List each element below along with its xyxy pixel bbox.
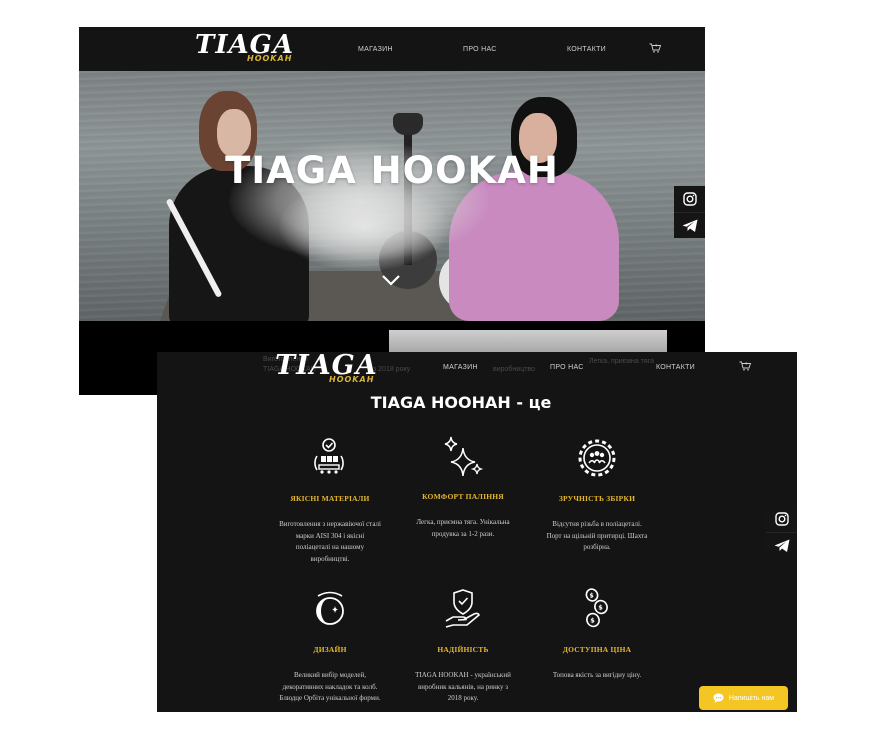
header-bar: TIAGA HOOKAH МАГАЗИН ПРО НАС КОНТАКТИ 0 xyxy=(79,27,705,71)
svg-text:$: $ xyxy=(590,617,595,625)
feature-assembly: ЗРУЧНІСТЬ ЗБІРКИ Відсутня різьба в поліа… xyxy=(537,436,657,554)
feature-design: ДИЗАЙН Великий вибір моделей, декоративн… xyxy=(270,587,390,705)
feature-description: Великий вибір моделей, декоративних накл… xyxy=(279,671,381,702)
feature-comfort: КОМФОРТ ПАЛІННЯ Легка, приємна тяга. Уні… xyxy=(403,434,523,540)
instagram-icon xyxy=(682,192,697,206)
nav-about[interactable]: ПРО НАС xyxy=(463,46,497,53)
feature-description: Виготовлення з нержавіючої сталі марки A… xyxy=(279,520,381,563)
social-bar xyxy=(766,506,797,558)
feature-materials: ЯКІСНІ МАТЕРІАЛИ Виготовлення з нержавію… xyxy=(270,436,390,565)
feature-title: НАДІЙНІСТЬ xyxy=(437,645,489,654)
feature-description: Легка, приємна тяга. Унікальна продувка … xyxy=(416,518,510,538)
feature-description: TIAGA HOOKAH - український виробник каль… xyxy=(415,671,511,702)
materials-icon xyxy=(314,438,344,474)
coins-icon: $ $ $ xyxy=(585,588,608,628)
telegram-button[interactable] xyxy=(674,212,705,238)
front-page-screenshot: Виготовлення TIAGA HOOKAH з 2018 року ви… xyxy=(157,352,797,712)
instagram-button[interactable] xyxy=(674,186,705,212)
nav-contacts[interactable]: КОНТАКТИ xyxy=(656,364,695,371)
nav-shop[interactable]: МАГАЗИН xyxy=(443,364,478,371)
sparkles-icon xyxy=(444,436,484,477)
nav-about[interactable]: ПРО НАС xyxy=(550,364,584,371)
nav-contacts[interactable]: КОНТАКТИ xyxy=(567,46,606,53)
telegram-icon xyxy=(774,539,789,552)
feature-description: Топова якість за вигідну ціну. xyxy=(552,671,642,679)
instagram-icon xyxy=(774,512,789,526)
feature-title: ЯКІСНІ МАТЕРІАЛИ xyxy=(290,494,370,503)
chat-bubble-icon xyxy=(713,693,724,703)
telegram-button[interactable] xyxy=(766,532,797,558)
section-title: TIAGA HOOHAH - це xyxy=(370,393,552,412)
feature-title: ДИЗАЙН xyxy=(313,645,347,654)
nav-shop[interactable]: МАГАЗИН xyxy=(358,46,393,53)
feature-title: ДОСТУПНА ЦІНА xyxy=(562,645,632,654)
brand-logo[interactable]: TIAGA HOOKAH xyxy=(195,30,294,63)
hero-banner: TIAGA HOOKAH xyxy=(79,71,705,321)
gear-people-icon xyxy=(578,439,616,477)
feature-title: КОМФОРТ ПАЛІННЯ xyxy=(422,492,504,501)
social-bar xyxy=(674,186,705,238)
logo-sub: HOOKAH xyxy=(329,375,375,384)
svg-text:0: 0 xyxy=(745,362,747,366)
design-icon xyxy=(316,591,344,625)
feature-title: ЗРУЧНІСТЬ ЗБІРКИ xyxy=(558,494,636,503)
telegram-icon xyxy=(682,219,697,232)
chat-button[interactable]: Напишіть нам xyxy=(699,686,788,710)
svg-text:0: 0 xyxy=(655,44,657,48)
svg-text:$: $ xyxy=(590,593,594,600)
shield-hand-icon xyxy=(445,589,480,628)
feature-description: Відсутня різьба в поліацеталі. Порт на щ… xyxy=(546,520,648,551)
svg-text:$: $ xyxy=(598,604,603,612)
logo-sub: HOOKAH xyxy=(247,54,293,63)
feature-reliability: НАДІЙНІСТЬ TIAGA HOOKAH - український ви… xyxy=(403,587,523,705)
scroll-down-chevron-icon[interactable] xyxy=(381,273,401,287)
instagram-button[interactable] xyxy=(766,506,797,532)
chat-button-label: Напишіть нам xyxy=(728,694,775,702)
hero-title: TIAGA HOOKAH xyxy=(225,149,559,192)
cart-icon[interactable]: 0 xyxy=(739,361,751,371)
cart-icon[interactable]: 0 xyxy=(649,43,661,53)
back-page-screenshot: TIAGA HOOKAH МАГАЗИН ПРО НАС КОНТАКТИ 0 … xyxy=(79,27,705,395)
brand-logo[interactable]: TIAGA HOOKAH xyxy=(275,352,378,384)
feature-price: $ $ $ ДОСТУПНА ЦІНА Топова якість за виг… xyxy=(537,587,657,682)
